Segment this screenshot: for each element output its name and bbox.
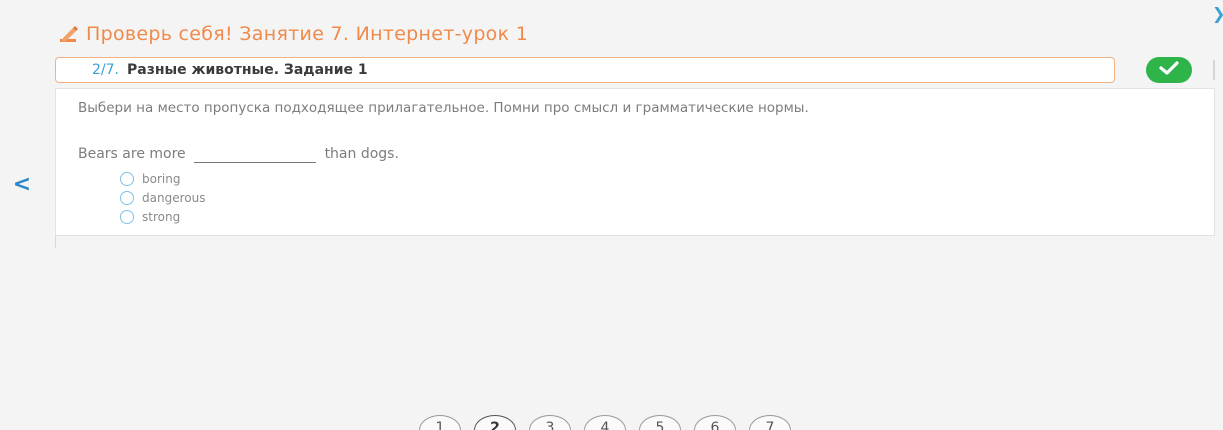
quiz-page: ❯ Проверь себя! Занятие 7. Интернет-урок… [0, 0, 1223, 430]
divider [55, 236, 56, 248]
option-label: strong [142, 209, 181, 224]
page-button-4[interactable]: 4 [584, 415, 626, 430]
option-label: dangerous [142, 190, 206, 205]
task-header-bar[interactable]: 2/7. Разные животные. Задание 1 [55, 57, 1115, 83]
check-icon [1158, 60, 1180, 80]
page-button-5[interactable]: 5 [639, 415, 681, 430]
lesson-title: Проверь себя! Занятие 7. Интернет-урок 1 [58, 22, 528, 46]
page-button-1[interactable]: 1 [419, 415, 461, 430]
lesson-title-text: Проверь себя! Занятие 7. Интернет-урок 1 [86, 23, 529, 45]
question-instruction: Выбери на место пропуска подходящее прил… [78, 100, 809, 116]
page-button-3[interactable]: 3 [529, 415, 571, 430]
chevron-left-icon[interactable]: < [10, 172, 34, 197]
corner-edge-mark: ❯ [1212, 4, 1223, 23]
task-number: 2/7. [92, 62, 119, 78]
answer-blank [194, 146, 317, 163]
radio-button[interactable] [120, 209, 134, 224]
answer-options: boring dangerous strong [120, 169, 205, 226]
question-card: Выбери на место пропуска подходящее прил… [55, 88, 1215, 236]
divider [1213, 60, 1215, 80]
pencil-icon [58, 23, 80, 45]
option-boring[interactable]: boring [120, 169, 205, 188]
page-button-2[interactable]: 2 [474, 415, 516, 430]
task-status-badge [1146, 57, 1192, 83]
option-dangerous[interactable]: dangerous [120, 188, 205, 207]
radio-button[interactable] [120, 171, 134, 186]
option-strong[interactable]: strong [120, 207, 205, 226]
option-label: boring [142, 171, 181, 186]
page-button-7[interactable]: 7 [749, 415, 791, 430]
radio-button[interactable] [120, 190, 134, 205]
task-name: Разные животные. Задание 1 [126, 62, 368, 78]
task-pagination: 1 2 3 4 5 6 7 [419, 415, 804, 430]
sentence-before: Bears are more [78, 146, 186, 162]
question-sentence: Bears are more than dogs. [78, 146, 399, 163]
sentence-after: than dogs. [324, 146, 399, 162]
page-button-6[interactable]: 6 [694, 415, 736, 430]
